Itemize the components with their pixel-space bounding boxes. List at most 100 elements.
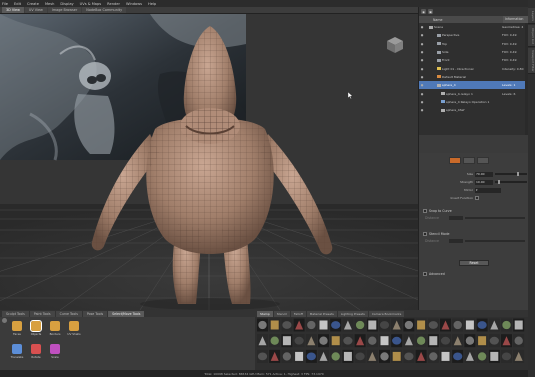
menu-create[interactable]: Create [27, 2, 39, 6]
mirror-label: Mirror [464, 188, 473, 192]
scene-row[interactable]: ● sphere_43ef [419, 106, 529, 114]
scene-row[interactable]: ● sphere_4-relayo 1 Levels: 6 [419, 89, 529, 97]
material-icon [437, 75, 441, 79]
strength-field[interactable]: 10.00 [475, 179, 493, 185]
advanced-label: Advanced [429, 272, 445, 276]
view-tab-bar: 3D View UV View Image Browser NodeBox Co… [0, 7, 418, 14]
snap-checkbox[interactable] [423, 209, 427, 213]
scene-row[interactable]: ● sphere_4 Relayo Operation 1 [419, 98, 529, 106]
tab-image-browser[interactable]: Image Browser [47, 7, 82, 13]
side-tab-layers[interactable]: Layers [528, 8, 535, 24]
stamp-preview [453, 320, 462, 330]
tool-uv-shells[interactable]: UV Shells [67, 321, 81, 336]
camera-icon [437, 42, 441, 46]
stencil-checkbox[interactable] [423, 232, 427, 236]
strength-slider[interactable] [495, 180, 527, 184]
view-cube[interactable] [386, 36, 404, 54]
menu-file[interactable]: File [2, 2, 8, 6]
tool-scale-label: Scale [51, 355, 59, 359]
size-slider-knob[interactable] [517, 172, 520, 176]
mouse-cursor-icon [347, 91, 353, 100]
stamp-preview [502, 320, 511, 330]
lock-icon[interactable]: ▣ [428, 9, 433, 14]
stamp-preview [257, 352, 268, 361]
column-information[interactable]: Information [503, 16, 529, 23]
stamp-preview [319, 320, 328, 330]
scene-row-name: sphere_4 Relayo Operation 1 [446, 99, 490, 104]
menu-bar: File Edit Create Mesh Display UVs & Maps… [0, 0, 535, 7]
scene-row[interactable]: ● Side FOV: 0.49 [419, 48, 529, 56]
size-row: Size 70.00 [423, 171, 527, 177]
tab-uv-view[interactable]: UV View [24, 7, 47, 13]
scene-row[interactable]: ● Top FOV: 0.49 [419, 40, 529, 48]
menu-help[interactable]: Help [148, 2, 156, 6]
scene-row-name: sphere_4 [442, 83, 456, 88]
status-bar: Total: 10098 Selected: 86534 GPU Mem: 57… [0, 370, 528, 377]
eye-icon[interactable]: ◉ [421, 9, 426, 14]
camera-icon [437, 58, 441, 62]
scene-toolbar: ◉ ▣ [419, 7, 529, 16]
stamp-preview [294, 336, 304, 345]
mesh-icon [441, 92, 445, 96]
tool-translate[interactable]: Translate [10, 344, 24, 359]
side-tab-object-list[interactable]: Object List [528, 25, 535, 47]
advanced-checkbox[interactable] [423, 272, 427, 276]
scene-row[interactable]: ● Default Material [419, 73, 529, 81]
snap-section: Snap to Curve [423, 209, 452, 213]
strength-slider-knob[interactable] [498, 180, 501, 184]
mirror-dropdown[interactable]: ▾ [475, 187, 501, 193]
scene-row[interactable]: ● sphere_4 Levels: 1 [419, 81, 529, 90]
stencil-distance-label: Distance [425, 239, 439, 243]
stamp-preview [368, 320, 377, 330]
tool-rotate[interactable]: Rotate [29, 344, 43, 359]
menu-render[interactable]: Render [107, 2, 120, 6]
mode-button-1[interactable] [449, 157, 461, 164]
snap-distance-label: Distance [425, 216, 439, 220]
stamp-preview [331, 336, 340, 346]
stencil-distance-slider [464, 240, 525, 242]
stamp-preview [295, 351, 304, 361]
mode-button-2[interactable] [463, 157, 475, 164]
mode-button-3[interactable] [477, 157, 489, 164]
stamp-preview [404, 352, 414, 361]
stencil-distance-row: Distance [425, 239, 525, 243]
stamp-preview [392, 336, 402, 345]
gear-icon[interactable] [2, 318, 7, 323]
reset-button[interactable]: Reset [459, 260, 489, 266]
stamp-preview [307, 320, 316, 330]
strength-row: Strength 10.00 [423, 179, 527, 185]
side-tab-viewport-filter[interactable]: Viewport Filter [528, 48, 535, 74]
menu-windows[interactable]: Windows [126, 2, 142, 6]
column-name[interactable]: Name [419, 18, 503, 22]
scene-properties-panel: ◉ ▣ Name Information ● Scene Geometries: 4… [418, 7, 529, 310]
camera-icon [437, 50, 441, 54]
tool-faces[interactable]: Faces [10, 321, 24, 336]
scene-row[interactable]: ● Scene Geometries: 4 [419, 23, 529, 31]
stamp-preview [501, 352, 512, 361]
tab-3d-view[interactable]: 3D View [2, 7, 24, 13]
menu-mesh[interactable]: Mesh [45, 2, 54, 6]
stencil-label: Stencil Mode [429, 232, 450, 236]
stamp-preview [441, 351, 450, 361]
menu-edit[interactable]: Edit [14, 2, 21, 6]
advanced-section[interactable]: Advanced [423, 272, 445, 276]
tool-scale[interactable]: Scale [48, 344, 62, 359]
stamp-preview [417, 320, 426, 330]
menu-uvs-maps[interactable]: UVs & Maps [80, 2, 102, 6]
tab-nodebox-community[interactable]: NodeBox Community [82, 7, 127, 13]
invert-checkbox[interactable] [475, 196, 479, 200]
size-slider[interactable] [495, 172, 527, 176]
stencil-section: Stencil Mode [423, 232, 449, 236]
tool-borders-label: Borders [49, 332, 61, 336]
scene-row[interactable]: ● Light 01 - Directional Intensity: 0.80 [419, 64, 529, 72]
snap-distance-row: Distance [425, 216, 525, 220]
stamp-preview [331, 352, 340, 361]
menu-display[interactable]: Display [60, 2, 73, 6]
size-field[interactable]: 70.00 [475, 171, 493, 177]
tool-objects[interactable]: Objects [29, 320, 43, 336]
scene-row[interactable]: ● Perspective FOV: 0.49 [419, 31, 529, 39]
scene-row[interactable]: ● Front FOV: 0.49 [419, 56, 529, 64]
3d-viewport[interactable] [0, 14, 418, 310]
stamp-preview [258, 320, 267, 330]
tool-borders[interactable]: Borders [48, 321, 62, 336]
